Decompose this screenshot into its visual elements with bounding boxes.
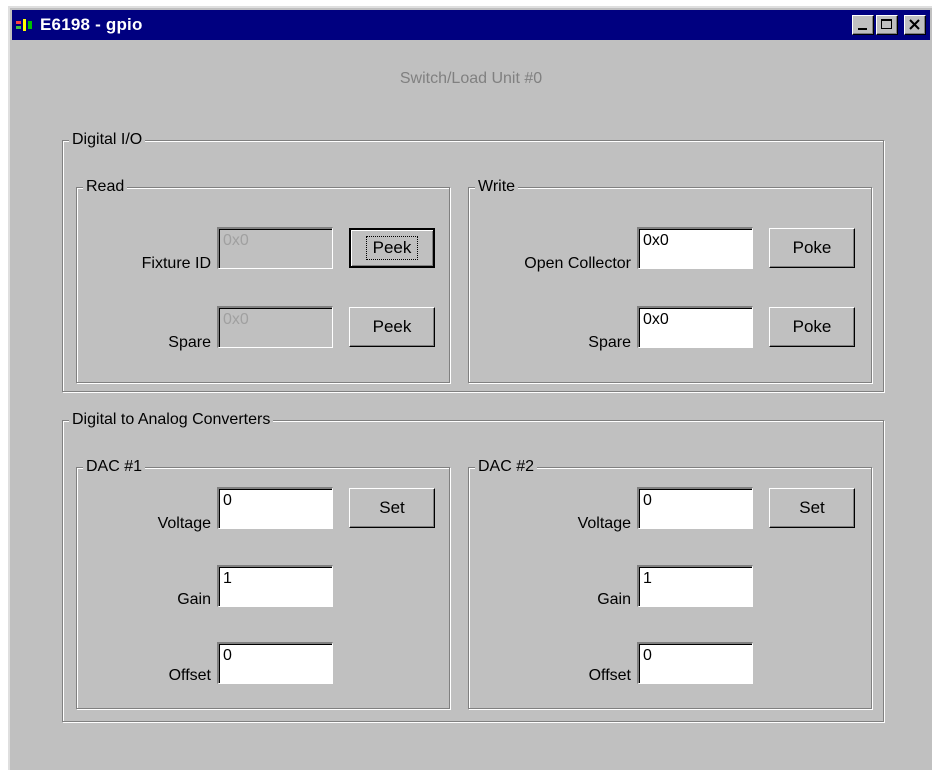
open-collector-label: Open Collector bbox=[524, 255, 631, 272]
minimize-icon bbox=[858, 28, 867, 30]
fixture-id-peek-button[interactable]: Peek bbox=[349, 228, 435, 268]
read-group: Read Fixture ID 0x0 Peek Spare 0x0 Peek bbox=[76, 177, 450, 383]
dac2-voltage-field[interactable]: 0 bbox=[637, 487, 753, 529]
read-group-title: Read bbox=[83, 177, 128, 197]
open-collector-poke-button[interactable]: Poke bbox=[769, 228, 855, 268]
dac1-gain-label: Gain bbox=[177, 591, 211, 608]
dac2-offset-label: Offset bbox=[588, 667, 631, 684]
dac2-offset-field[interactable]: 0 bbox=[637, 642, 753, 684]
minimize-button[interactable] bbox=[852, 15, 874, 35]
maximize-button[interactable] bbox=[876, 15, 898, 35]
dac1-group-title: DAC #1 bbox=[83, 457, 146, 477]
dac1-set-button[interactable]: Set bbox=[349, 488, 435, 528]
write-group: Write Open Collector 0x0 Poke Spare 0x0 … bbox=[468, 177, 872, 383]
write-spare-field[interactable]: 0x0 bbox=[637, 306, 753, 348]
write-group-title: Write bbox=[475, 177, 519, 197]
read-spare-label: Spare bbox=[168, 334, 211, 351]
close-button[interactable] bbox=[904, 15, 926, 35]
dac2-voltage-label: Voltage bbox=[577, 515, 631, 532]
app-icon bbox=[16, 18, 34, 32]
dac2-group: DAC #2 Voltage 0 Set Gain 1 Offset 0 bbox=[468, 457, 872, 709]
read-spare-peek-button[interactable]: Peek bbox=[349, 307, 435, 347]
dac1-offset-label: Offset bbox=[168, 667, 211, 684]
app-window: E6198 - gpio Switch/Load Unit #0 Digital… bbox=[8, 6, 932, 770]
open-collector-field[interactable]: 0x0 bbox=[637, 227, 753, 269]
fixture-id-label: Fixture ID bbox=[141, 255, 211, 272]
close-icon bbox=[909, 19, 920, 30]
dac2-gain-label: Gain bbox=[597, 591, 631, 608]
dac-group-title: Digital to Analog Converters bbox=[69, 410, 274, 430]
unit-heading: Switch/Load Unit #0 bbox=[399, 70, 543, 87]
dac1-offset-field[interactable]: 0 bbox=[217, 642, 333, 684]
dac2-group-title: DAC #2 bbox=[475, 457, 538, 477]
dac1-group: DAC #1 Voltage 0 Set Gain 1 Offset 0 bbox=[76, 457, 450, 709]
digital-io-group-title: Digital I/O bbox=[69, 130, 146, 150]
maximize-icon bbox=[881, 19, 892, 29]
dac1-voltage-field[interactable]: 0 bbox=[217, 487, 333, 529]
dac2-gain-field[interactable]: 1 bbox=[637, 565, 753, 607]
dac1-voltage-label: Voltage bbox=[157, 515, 211, 532]
fixture-id-peek-label: Peek bbox=[365, 236, 419, 260]
window-title: E6198 - gpio bbox=[40, 15, 143, 34]
dac2-set-button[interactable]: Set bbox=[769, 488, 855, 528]
write-spare-poke-button[interactable]: Poke bbox=[769, 307, 855, 347]
digital-io-group: Digital I/O Read Fixture ID 0x0 Peek Spa… bbox=[62, 130, 884, 392]
title-bar[interactable]: E6198 - gpio bbox=[12, 10, 930, 40]
dac-group: Digital to Analog Converters DAC #1 Volt… bbox=[62, 410, 884, 722]
read-spare-field[interactable]: 0x0 bbox=[217, 306, 333, 348]
dac1-gain-field[interactable]: 1 bbox=[217, 565, 333, 607]
write-spare-label: Spare bbox=[588, 334, 631, 351]
fixture-id-field[interactable]: 0x0 bbox=[217, 227, 333, 269]
